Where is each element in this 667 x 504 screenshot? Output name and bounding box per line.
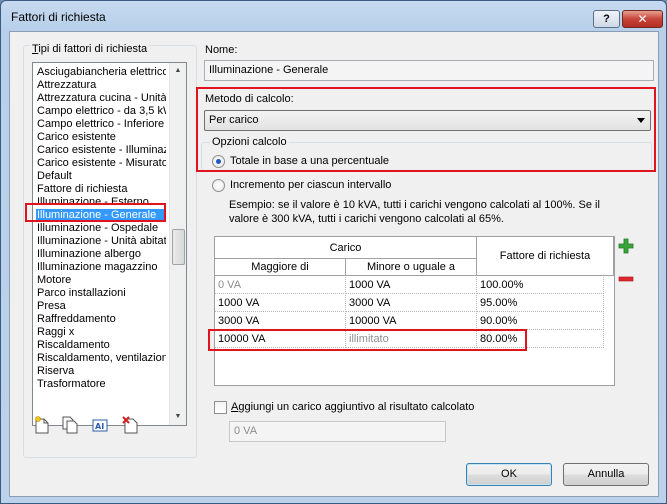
demand-factor-types-label-text: ipi di fattori di richiesta (38, 43, 148, 55)
delete-icon[interactable] (122, 416, 138, 434)
list-item[interactable]: Riscaldamento, ventilazione (36, 352, 166, 365)
less-equal-header[interactable]: Minore o uguale a (346, 259, 477, 276)
scroll-up-arrow-icon[interactable]: ▲ (170, 63, 186, 79)
cancel-button[interactable]: Annulla (563, 463, 649, 486)
last-row-highlight (208, 329, 527, 351)
list-item[interactable]: Raggi x (36, 326, 166, 339)
name-field[interactable]: Illuminazione - Generale (204, 60, 654, 81)
list-item[interactable]: Illuminazione - Ospedale (36, 222, 166, 235)
table-cell-less-equal[interactable]: 10000 VA (346, 313, 477, 330)
greater-than-header[interactable]: Maggiore di (215, 259, 346, 276)
selected-item-highlight (25, 203, 166, 222)
total-percentage-radio[interactable] (212, 155, 225, 168)
table-cell-less-equal[interactable]: 1000 VA (346, 277, 477, 294)
list-item[interactable]: Carico esistente - Misurato (36, 157, 166, 170)
list-item[interactable]: Attrezzatura (36, 79, 166, 92)
chevron-down-icon (637, 118, 645, 123)
list-item[interactable]: Riserva (36, 365, 166, 378)
list-item[interactable]: Carico esistente - Illuminazi (36, 144, 166, 157)
table-cell-greater[interactable]: 0 VA (215, 277, 346, 294)
svg-text:AI: AI (95, 422, 104, 431)
table-cell-greater[interactable]: 1000 VA (215, 295, 346, 312)
list-item[interactable]: Parco installazioni (36, 287, 166, 300)
list-item[interactable]: Attrezzatura cucina - Unità (36, 92, 166, 105)
list-item[interactable]: Illuminazione albergo (36, 248, 166, 261)
plus-icon[interactable] (618, 238, 634, 254)
list-item[interactable]: Default (36, 170, 166, 183)
additional-load-label-text: ggiungi un carico aggiuntivo al risultat… (238, 401, 475, 413)
table-cell-factor[interactable]: 100.00% (477, 277, 604, 294)
table-cell-less-equal[interactable]: 3000 VA (346, 295, 477, 312)
demand-factor-header[interactable]: Fattore di richiesta (477, 237, 614, 276)
total-percentage-label: Totale in base a una percentuale (230, 155, 390, 167)
new-icon[interactable] (34, 416, 50, 434)
duplicate-icon[interactable] (62, 416, 78, 434)
title-bar[interactable]: Fattori di richiesta ? ✕ (1, 1, 666, 31)
example-text-line-2: valore è 300 kVA, tutti i carichi vengon… (229, 213, 504, 225)
demand-factor-table[interactable]: Carico Maggiore di Minore o uguale a Fat… (214, 236, 615, 386)
minus-icon[interactable] (618, 273, 634, 282)
close-button[interactable]: ✕ (622, 10, 663, 28)
increment-interval-radio[interactable] (212, 179, 225, 192)
additional-load-checkbox[interactable] (214, 401, 227, 414)
calculation-options-label: Opzioni calcolo (210, 136, 289, 148)
list-item[interactable]: Fattore di richiesta (36, 183, 166, 196)
example-text-line-1: Esempio: se il valore è 10 kVA, tutti i … (229, 199, 600, 211)
rename-icon[interactable]: AI (92, 416, 108, 434)
demand-factor-types-list[interactable]: Asciugabiancheria elettrico Attrezzatura A… (32, 62, 187, 426)
list-item[interactable]: Trasformatore (36, 378, 166, 391)
increment-interval-label: Incremento per ciascun intervallo (230, 179, 392, 191)
list-item[interactable]: Presa (36, 300, 166, 313)
scroll-down-arrow-icon[interactable]: ▼ (170, 409, 186, 425)
ok-button[interactable]: OK (466, 463, 552, 486)
list-item[interactable]: Carico esistente (36, 131, 166, 144)
calculation-method-value: Per carico (209, 114, 259, 126)
additional-load-label: Aggiungi un carico aggiuntivo al risulta… (231, 401, 475, 413)
table-cell-greater[interactable]: 3000 VA (215, 313, 346, 330)
list-item[interactable]: Riscaldamento (36, 339, 166, 352)
table-cell-factor[interactable]: 90.00% (477, 313, 604, 330)
list-item[interactable]: Campo elettrico - Inferiore a (36, 118, 166, 131)
scroll-thumb[interactable] (172, 229, 185, 265)
window-title: Fattori di richiesta (11, 10, 106, 24)
load-group-header: Carico (215, 237, 477, 259)
name-label: Nome: (205, 44, 238, 56)
list-vertical-scrollbar[interactable]: ▲ ▼ (169, 63, 186, 425)
list-item[interactable]: Illuminazione - Unità abitativ (36, 235, 166, 248)
dialog-client-area: Tipi di fattori di richiesta Asciugabian… (9, 31, 659, 497)
list-item[interactable]: Asciugabiancheria elettrico (36, 66, 166, 79)
list-item[interactable]: Raffreddamento (36, 313, 166, 326)
calculation-method-select[interactable]: Per carico (204, 110, 651, 131)
demand-factor-types-label: Tipi di fattori di richiesta (30, 43, 150, 55)
table-cell-factor[interactable]: 95.00% (477, 295, 604, 312)
list-item[interactable]: Motore (36, 274, 166, 287)
dialog-window: Fattori di richiesta ? ✕ Tipi di fattori… (0, 0, 667, 504)
calculation-method-label: Metodo di calcolo: (205, 93, 294, 105)
list-item[interactable]: Illuminazione magazzino (36, 261, 166, 274)
help-button[interactable]: ? (593, 10, 620, 28)
list-item[interactable]: Campo elettrico - da 3,5 kW (36, 105, 166, 118)
additional-load-field[interactable]: 0 VA (229, 421, 446, 442)
